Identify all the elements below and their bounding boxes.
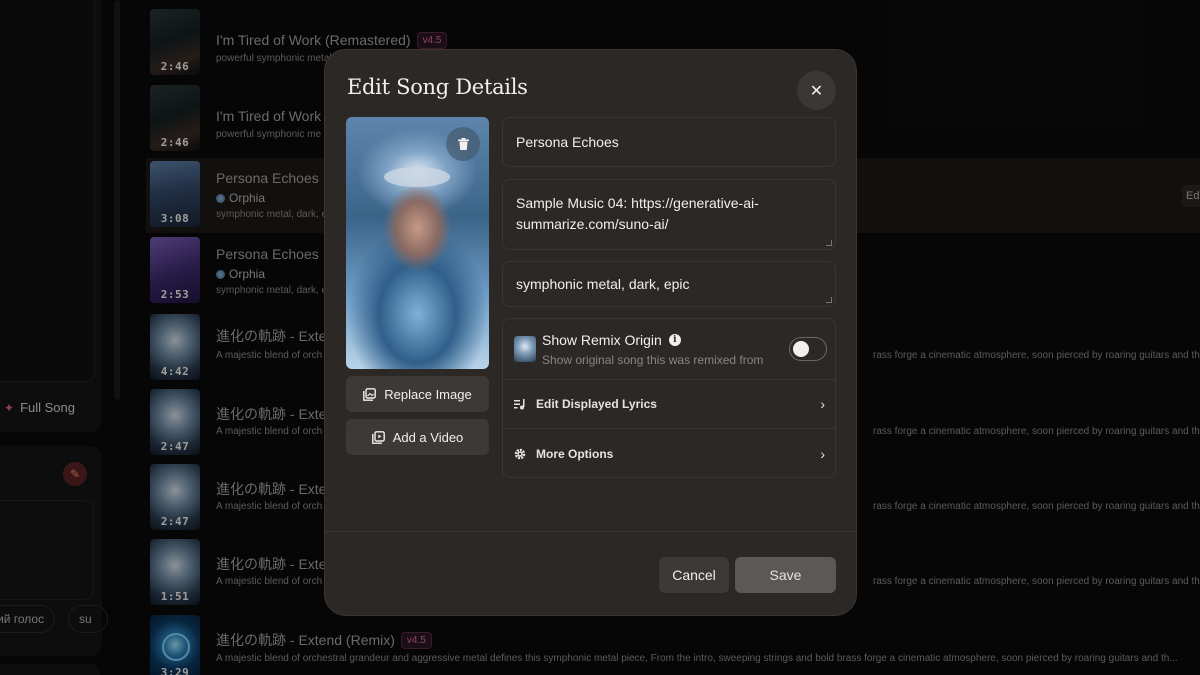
gear-icon	[514, 448, 528, 460]
style-value: symphonic metal, dark, epic	[516, 276, 690, 292]
add-video-button[interactable]: Add a Video	[346, 419, 489, 455]
lyrics-icon	[514, 398, 528, 410]
more-options-label: More Options	[536, 446, 614, 461]
delete-image-button[interactable]	[446, 127, 480, 161]
chevron-right-icon: ›	[820, 445, 825, 462]
edit-song-modal: Edit Song Details ✕ Replace Image Add a …	[324, 49, 857, 616]
toggle-knob	[793, 341, 809, 357]
replace-image-button[interactable]: Replace Image	[346, 376, 489, 412]
remix-origin-subtitle: Show original song this was remixed from	[542, 353, 764, 367]
image-icon	[363, 387, 377, 401]
remix-origin-thumbnail	[514, 336, 536, 362]
options-panel: Show Remix Origin i Show original song t…	[502, 318, 837, 478]
description-textarea[interactable]: Sample Music 04: https://generative-ai-s…	[502, 179, 836, 250]
description-value: Sample Music 04: https://generative-ai-s…	[516, 195, 759, 232]
save-button[interactable]: Save	[735, 557, 836, 593]
remix-origin-toggle[interactable]	[789, 337, 827, 361]
song-title-input[interactable]: Persona Echoes	[502, 117, 836, 167]
replace-image-label: Replace Image	[384, 386, 472, 402]
edit-lyrics-button[interactable]: Edit Displayed Lyrics ›	[503, 380, 837, 429]
chevron-right-icon: ›	[820, 396, 825, 412]
song-title-value: Persona Echoes	[516, 134, 619, 150]
close-icon: ✕	[809, 82, 824, 100]
video-icon	[371, 430, 385, 444]
trash-icon	[457, 138, 469, 150]
info-icon[interactable]: i	[668, 334, 681, 346]
resize-handle-icon[interactable]	[826, 297, 832, 303]
remix-origin-title: Show Remix Origin	[542, 332, 662, 348]
cover-art-detail	[384, 167, 450, 187]
style-textarea[interactable]: symphonic metal, dark, epic	[502, 261, 836, 307]
remix-origin-row: Show Remix Origin i Show original song t…	[503, 319, 837, 380]
more-options-button[interactable]: More Options ›	[503, 429, 837, 478]
modal-title: Edit Song Details	[347, 75, 528, 99]
edit-lyrics-label: Edit Displayed Lyrics	[536, 397, 657, 411]
footer-divider	[325, 531, 856, 532]
close-button[interactable]: ✕	[797, 71, 836, 110]
add-video-label: Add a Video	[392, 429, 464, 445]
cancel-button[interactable]: Cancel	[659, 557, 729, 593]
resize-handle-icon[interactable]	[826, 240, 832, 246]
